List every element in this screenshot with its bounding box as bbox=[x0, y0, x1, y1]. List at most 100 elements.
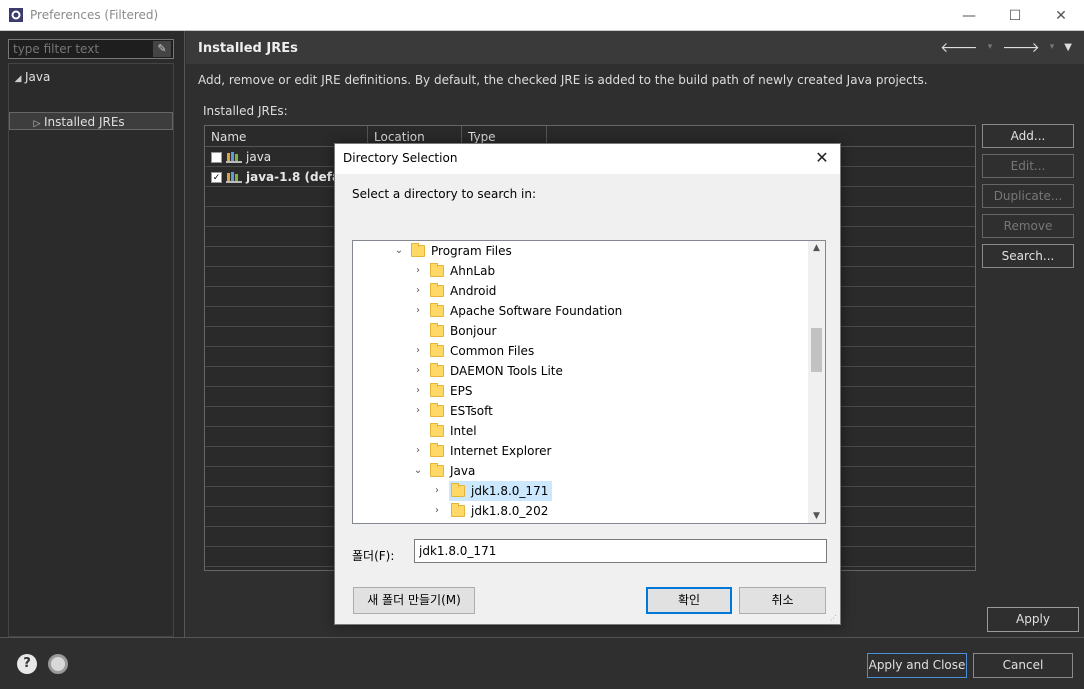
view-menu-icon[interactable]: ▼ bbox=[1064, 39, 1072, 56]
folder-field[interactable] bbox=[414, 539, 827, 563]
folder-node[interactable]: › EPS bbox=[412, 381, 472, 401]
jre-library-icon bbox=[226, 172, 242, 183]
dialog-close-icon[interactable]: ✕ bbox=[812, 148, 832, 167]
chevron-down-icon[interactable]: ⌄ bbox=[412, 461, 424, 481]
folder-label: ESTsoft bbox=[450, 404, 493, 418]
window-title: Preferences (Filtered) bbox=[30, 8, 159, 22]
chevron-right-icon[interactable]: › bbox=[412, 381, 424, 401]
collapsed-twisty-icon[interactable]: ▷ bbox=[30, 115, 44, 133]
folder-icon bbox=[430, 383, 444, 397]
folder-node[interactable]: › Apache Software Foundation bbox=[412, 301, 622, 321]
chevron-right-icon[interactable]: › bbox=[412, 301, 424, 321]
chevron-right-icon[interactable]: › bbox=[412, 441, 424, 461]
folder-label: AhnLab bbox=[450, 264, 496, 278]
add-jre-button[interactable]: Add... bbox=[982, 124, 1074, 148]
folder-icon bbox=[430, 303, 444, 317]
folder-label: jdk1.8.0_202 bbox=[471, 504, 549, 518]
jre-checkbox[interactable] bbox=[211, 151, 222, 163]
chevron-right-icon[interactable]: › bbox=[431, 481, 443, 501]
bottom-bar: ? Apply and Close Cancel bbox=[0, 637, 1084, 689]
folder-node[interactable]: › DAEMON Tools Lite bbox=[412, 361, 563, 381]
folder-node[interactable]: ⌄ Java bbox=[412, 461, 475, 481]
duplicate-jre-button[interactable]: Duplicate... bbox=[982, 184, 1074, 208]
back-dropdown-icon[interactable]: ▾ bbox=[988, 39, 993, 56]
page-nav: 🡐 ▾ 🡒 ▾ ▼ bbox=[940, 39, 1072, 56]
folder-label: jdk1.8.0_171 bbox=[471, 484, 549, 498]
clear-filter-icon[interactable]: ✎ bbox=[153, 41, 171, 57]
directory-tree: ⌄ Program Files › AhnLab › Android › Apache … bbox=[352, 240, 826, 524]
page-title: Installed JREs bbox=[198, 41, 298, 56]
folder-input[interactable] bbox=[415, 540, 826, 562]
folder-label: Common Files bbox=[450, 344, 535, 358]
folder-icon bbox=[430, 363, 444, 377]
folder-icon bbox=[430, 263, 444, 277]
scroll-down-icon[interactable]: ▼ bbox=[808, 511, 825, 521]
folder-node[interactable]: › jdk1.8.0_171 bbox=[431, 481, 553, 501]
folder-node[interactable]: › AhnLab bbox=[412, 261, 495, 281]
folder-node[interactable]: ⌄ Program Files bbox=[393, 241, 512, 261]
folder-label: Program Files bbox=[431, 244, 512, 258]
folder-node[interactable]: › jdk1.8.0_202 bbox=[431, 501, 548, 521]
jre-cell: java bbox=[211, 149, 271, 165]
forward-dropdown-icon[interactable]: ▾ bbox=[1050, 39, 1055, 56]
close-window-button[interactable]: ✕ bbox=[1038, 0, 1084, 31]
chevron-down-icon[interactable]: ⌄ bbox=[393, 241, 405, 261]
forward-arrow-icon[interactable]: 🡒 bbox=[1002, 39, 1040, 56]
jre-checkbox[interactable]: ✓ bbox=[211, 171, 222, 183]
folder-node[interactable]: Intel bbox=[412, 421, 477, 441]
chevron-right-icon[interactable]: › bbox=[412, 361, 424, 381]
apply-button[interactable]: Apply bbox=[987, 607, 1079, 632]
chevron-right-icon[interactable]: › bbox=[412, 341, 424, 361]
tree-item-installed-jres[interactable]: ▷ Installed JREs bbox=[9, 112, 173, 130]
jre-library-icon bbox=[226, 152, 242, 163]
folder-label: Internet Explorer bbox=[450, 444, 552, 458]
edit-jre-button[interactable]: Edit... bbox=[982, 154, 1074, 178]
folder-node[interactable]: › Common Files bbox=[412, 341, 534, 361]
tree-item-label: Java bbox=[25, 70, 51, 84]
ok-button[interactable]: 확인 bbox=[646, 587, 732, 614]
new-folder-button[interactable]: 새 폴더 만들기(M) bbox=[353, 587, 475, 614]
page-header: Installed JREs 🡐 ▾ 🡒 ▾ ▼ bbox=[186, 31, 1084, 64]
help-icon[interactable]: ? bbox=[17, 654, 37, 674]
folder-label: Java bbox=[450, 464, 476, 478]
scroll-up-icon[interactable]: ▲ bbox=[808, 243, 825, 253]
tree-item-java[interactable]: ◢ Java bbox=[11, 68, 51, 88]
folder-label: Intel bbox=[450, 424, 477, 438]
tree-scrollbar[interactable]: ▲ ▼ bbox=[808, 241, 825, 523]
scroll-thumb[interactable] bbox=[811, 328, 822, 372]
chevron-right-icon[interactable]: › bbox=[412, 281, 424, 301]
folder-icon bbox=[430, 403, 444, 417]
expanded-twisty-icon[interactable]: ◢ bbox=[11, 70, 25, 88]
table-label: Installed JREs: bbox=[203, 104, 288, 118]
folder-label: Apache Software Foundation bbox=[450, 304, 623, 318]
dialog-title: Directory Selection bbox=[343, 151, 458, 165]
folder-icon bbox=[430, 283, 444, 297]
dialog-cancel-button[interactable]: 취소 bbox=[739, 587, 826, 614]
minimize-button[interactable]: — bbox=[946, 0, 992, 31]
search-jre-button[interactable]: Search... bbox=[982, 244, 1074, 268]
folder-icon bbox=[451, 483, 465, 497]
apply-and-close-button[interactable]: Apply and Close bbox=[867, 653, 967, 678]
filter-input[interactable] bbox=[9, 40, 149, 58]
folder-node[interactable]: Bonjour bbox=[412, 321, 496, 341]
chevron-right-icon[interactable]: › bbox=[412, 401, 424, 421]
folder-label: Bonjour bbox=[450, 324, 497, 338]
record-icon[interactable] bbox=[48, 654, 68, 674]
maximize-button[interactable]: ☐ bbox=[992, 0, 1038, 31]
tree-item-label: Installed JREs bbox=[44, 115, 125, 129]
chevron-right-icon[interactable]: › bbox=[412, 261, 424, 281]
selected-folder[interactable]: jdk1.8.0_171 bbox=[449, 481, 553, 501]
folder-node[interactable]: › ESTsoft bbox=[412, 401, 493, 421]
folder-icon bbox=[430, 463, 444, 477]
remove-jre-button[interactable]: Remove bbox=[982, 214, 1074, 238]
folder-node[interactable]: › Internet Explorer bbox=[412, 441, 551, 461]
cancel-button[interactable]: Cancel bbox=[973, 653, 1073, 678]
folder-icon bbox=[430, 343, 444, 357]
back-arrow-icon[interactable]: 🡐 bbox=[940, 39, 978, 56]
folder-node[interactable]: › Android bbox=[412, 281, 496, 301]
folder-label: DAEMON Tools Lite bbox=[450, 364, 563, 378]
resize-grip-icon[interactable]: ⋰ bbox=[830, 614, 838, 622]
directory-selection-dialog: Directory Selection ✕ Select a directory… bbox=[334, 143, 841, 625]
chevron-right-icon[interactable]: › bbox=[431, 501, 443, 521]
folder-icon bbox=[430, 323, 444, 337]
